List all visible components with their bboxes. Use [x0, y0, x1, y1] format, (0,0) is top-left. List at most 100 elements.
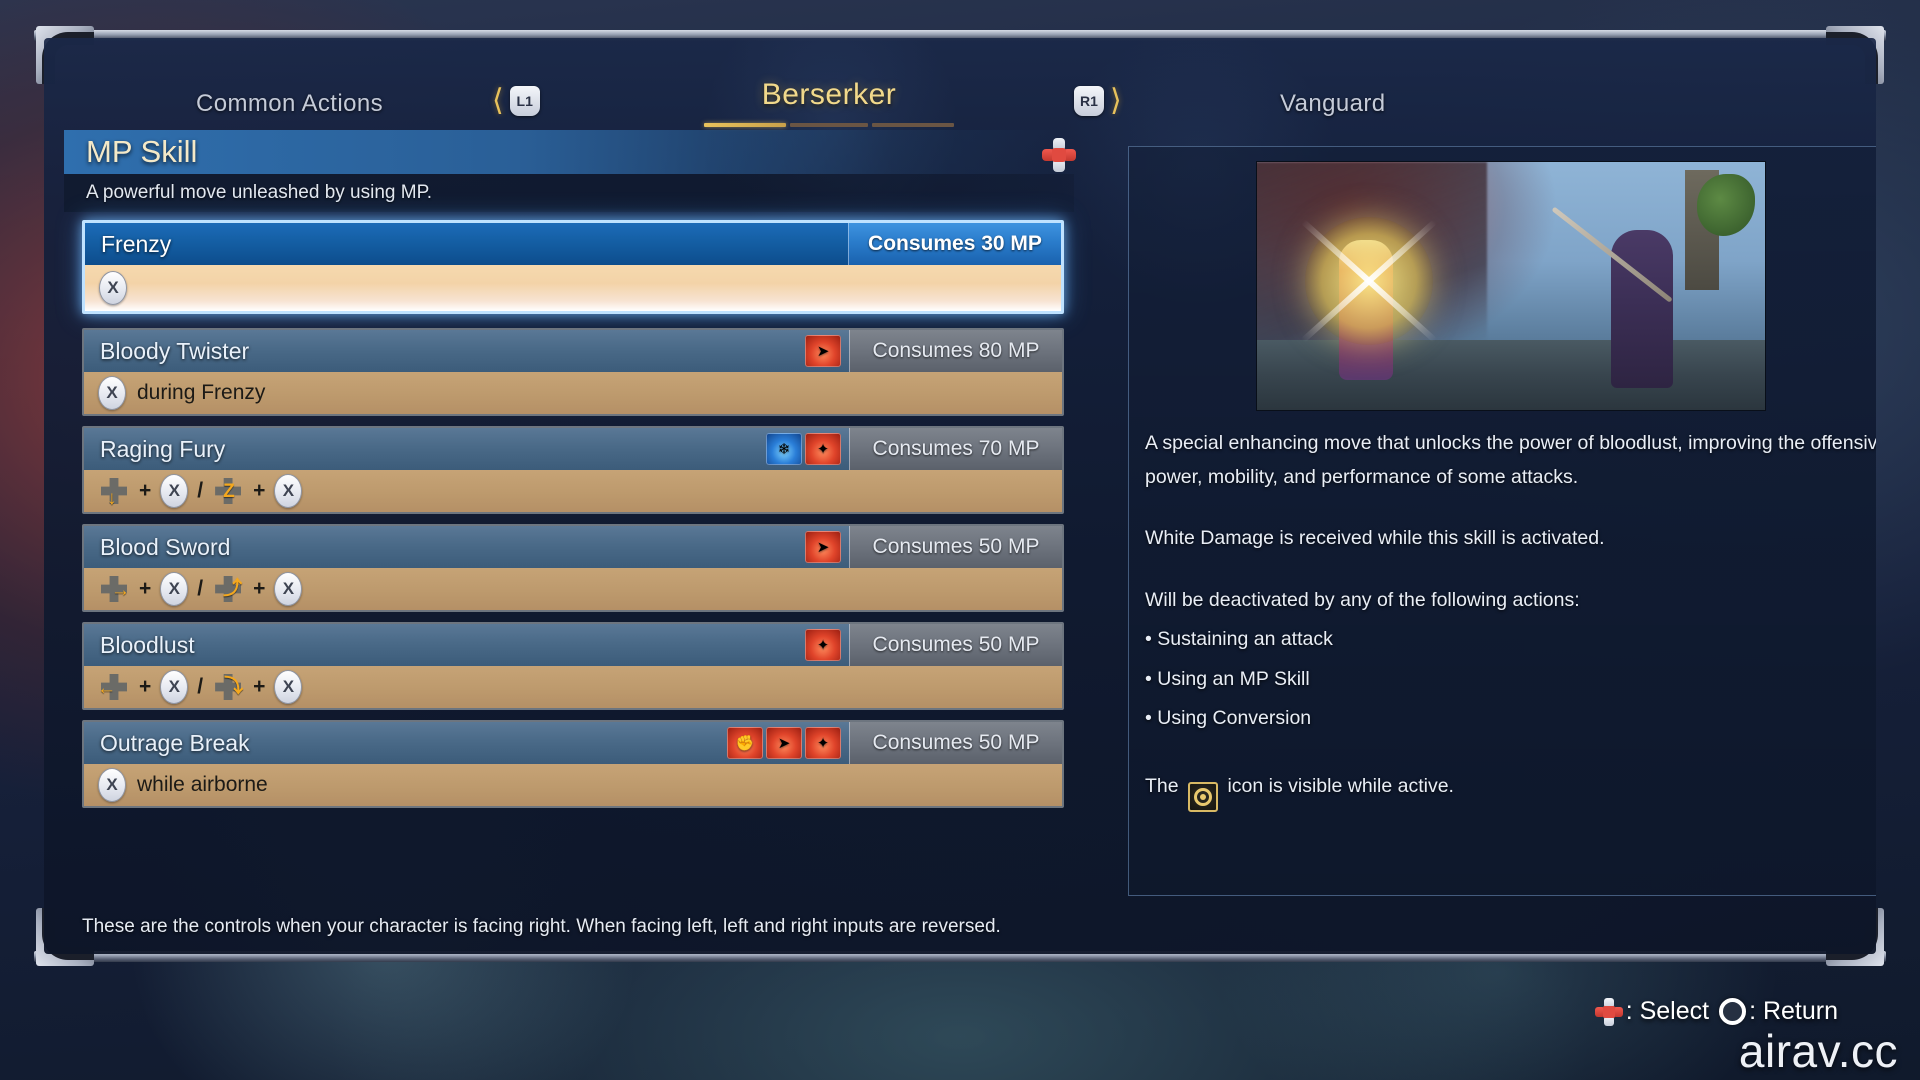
frenzy-active-icon [1188, 781, 1219, 812]
tab-berserker[interactable]: Berserker [704, 78, 954, 127]
skill-row-header: Blood Sword ➤ Consumes 50 MP [84, 526, 1062, 568]
command-plus-separator: + [139, 577, 152, 600]
cross-button-icon: X [99, 271, 127, 305]
skill-row-bloodlust[interactable]: Bloodlust ✦ Consumes 50 MP ← + X / ⤵ + X [82, 622, 1064, 710]
skill-name-cell: Blood Sword ➤ [84, 526, 849, 568]
select-prompt[interactable]: : Select [1594, 997, 1709, 1026]
tab-vanguard[interactable]: Vanguard [1280, 90, 1386, 118]
dpad-qcf-icon: ⤵ [212, 672, 244, 702]
chevron-left-icon: ⟨ [492, 84, 504, 117]
skill-row-raging-fury[interactable]: Raging Fury ❄ ✦ Consumes 70 MP ↓ + X / Z + X [82, 426, 1064, 514]
return-prompt-label: : Return [1749, 997, 1838, 1025]
deactivation-bullet: • Sustaining an attack [1145, 628, 1333, 651]
circle-button-icon [1719, 998, 1747, 1025]
section-header: MP Skill [64, 130, 1076, 174]
command-condition-text: while airborne [137, 773, 268, 796]
prev-tab-bumper[interactable]: ⟨ L1 [492, 86, 540, 116]
skill-attribute-icons: ✦ [805, 629, 841, 661]
watermark: airav.cc [1738, 1025, 1898, 1077]
skill-list: Frenzy Consumes 30 MP X Bloody Twister ➤ Cons… [64, 220, 1064, 808]
dpad-down-icon: ↓ [98, 476, 130, 508]
l1-button-label: L1 [509, 86, 540, 116]
tab-berserker-label: Berserker [761, 78, 897, 111]
command-or-separator: / [197, 577, 204, 600]
skill-name: Blood Sword [100, 533, 231, 560]
tab-position-indicator [704, 123, 954, 127]
skill-mp-cost: Consumes 80 MP [849, 330, 1062, 372]
skill-name-cell: Outrage Break ✊ ➤ ✦ [84, 722, 849, 764]
skill-row-bloody-twister[interactable]: Bloody Twister ➤ Consumes 80 MP Xduring Fre… [82, 328, 1064, 416]
deactivation-list: • Sustaining an attack • Using an MP Skil… [1145, 623, 1876, 736]
window-frame: Common Actions ⟨ L1 Berserker R1 ⟩ Vangu… [12, 8, 1908, 976]
dpad-icon [1594, 997, 1623, 1026]
button-prompts: : Select : Return [1594, 997, 1838, 1026]
cross-button-icon: X [274, 572, 303, 606]
cross-button-icon: X [160, 572, 189, 606]
status-icon-note-before: The [1145, 774, 1179, 797]
command-plus-separator: + [139, 479, 152, 502]
skill-name: Outrage Break [100, 729, 250, 756]
dpad-right-icon: → [98, 574, 130, 604]
description-paragraph-3: Will be deactivated by any of the follow… [1145, 588, 1580, 611]
status-icon-note-after: icon is visible while active. [1227, 774, 1454, 797]
skill-name-cell: Raging Fury ❄ ✦ [84, 428, 849, 470]
skill-mp-cost: Consumes 50 MP [849, 526, 1062, 568]
skill-name: Frenzy [101, 230, 172, 257]
return-prompt[interactable]: : Return [1719, 997, 1838, 1026]
dash-attack-icon: ➤ [766, 727, 802, 759]
status-icon-note: The icon is visible while active. [1145, 770, 1876, 812]
dash-attack-icon: ➤ [805, 531, 841, 563]
dpad-left-icon: ← [97, 672, 130, 702]
deactivation-bullet: • Using Conversion [1145, 707, 1312, 730]
skill-name: Raging Fury [100, 435, 226, 462]
command-plus-separator: + [253, 675, 266, 698]
skill-command-row: Xwhile airborne [84, 764, 1062, 806]
cross-button-icon: X [98, 768, 126, 802]
description-paragraph-2: White Damage is received while this skil… [1145, 527, 1605, 550]
r1-button-label: R1 [1074, 86, 1104, 116]
section-description: A powerful move unleashed by using MP. [64, 174, 1074, 212]
command-or-separator: / [197, 675, 204, 698]
cross-button-icon: X [160, 474, 189, 508]
skill-preview-image [1256, 161, 1766, 411]
page-title: MP Skill [86, 134, 198, 169]
claw-strike-icon: ✦ [805, 629, 841, 661]
skill-command-row: ← + X / ⤵ + X [84, 666, 1062, 708]
dpad-z-icon: Z [212, 476, 244, 506]
skill-row-header: Bloodlust ✦ Consumes 50 MP [84, 624, 1062, 666]
header-tabs: Common Actions ⟨ L1 Berserker R1 ⟩ Vangu… [44, 38, 1876, 127]
cross-button-icon: X [160, 670, 189, 704]
skill-name: Bloody Twister [100, 337, 250, 364]
claw-strike-icon: ✦ [805, 727, 841, 759]
deactivation-bullet: • Using an MP Skill [1145, 667, 1310, 690]
controls-footnote: These are the controls when your charact… [82, 916, 1001, 937]
cross-button-icon: X [274, 670, 303, 704]
grab-icon: ✊ [727, 727, 763, 759]
dpad-dp-icon: ⤴ [212, 574, 244, 604]
skill-mp-cost: Consumes 30 MP [848, 223, 1061, 265]
skill-name-cell: Bloody Twister ➤ [84, 330, 849, 372]
command-condition-text: during Frenzy [137, 381, 266, 404]
detail-panel: A special enhancing move that unlocks th… [1128, 146, 1876, 896]
skill-row-blood-sword[interactable]: Blood Sword ➤ Consumes 50 MP → + X / ⤴ + X [82, 524, 1064, 612]
flame-slash-icon: ✦ [805, 433, 841, 465]
command-plus-separator: + [139, 675, 152, 698]
skill-mp-cost: Consumes 50 MP [849, 624, 1062, 666]
skill-row-frenzy[interactable]: Frenzy Consumes 30 MP X [82, 220, 1064, 314]
guard-crush-icon: ❄ [766, 433, 802, 465]
skill-row-header: Outrage Break ✊ ➤ ✦ Consumes 50 MP [84, 722, 1062, 764]
skill-command-row: → + X / ⤴ + X [84, 568, 1062, 610]
chevron-right-icon: ⟩ [1110, 84, 1122, 117]
skill-attribute-icons: ➤ [805, 335, 841, 367]
dash-attack-icon: ➤ [805, 335, 841, 367]
command-plus-separator: + [253, 577, 266, 600]
next-tab-bumper[interactable]: R1 ⟩ [1074, 86, 1122, 116]
skill-row-outrage-break[interactable]: Outrage Break ✊ ➤ ✦ Consumes 50 MP Xwhile air… [82, 720, 1064, 808]
skill-command-row: Xduring Frenzy [84, 372, 1062, 414]
skill-row-header: Raging Fury ❄ ✦ Consumes 70 MP [84, 428, 1062, 470]
tab-common-actions[interactable]: Common Actions [196, 90, 383, 118]
cross-button-icon: X [274, 474, 303, 508]
skill-attribute-icons: ✊ ➤ ✦ [727, 727, 841, 759]
skill-mp-cost: Consumes 70 MP [849, 428, 1062, 470]
dpad-icon [1042, 138, 1076, 172]
